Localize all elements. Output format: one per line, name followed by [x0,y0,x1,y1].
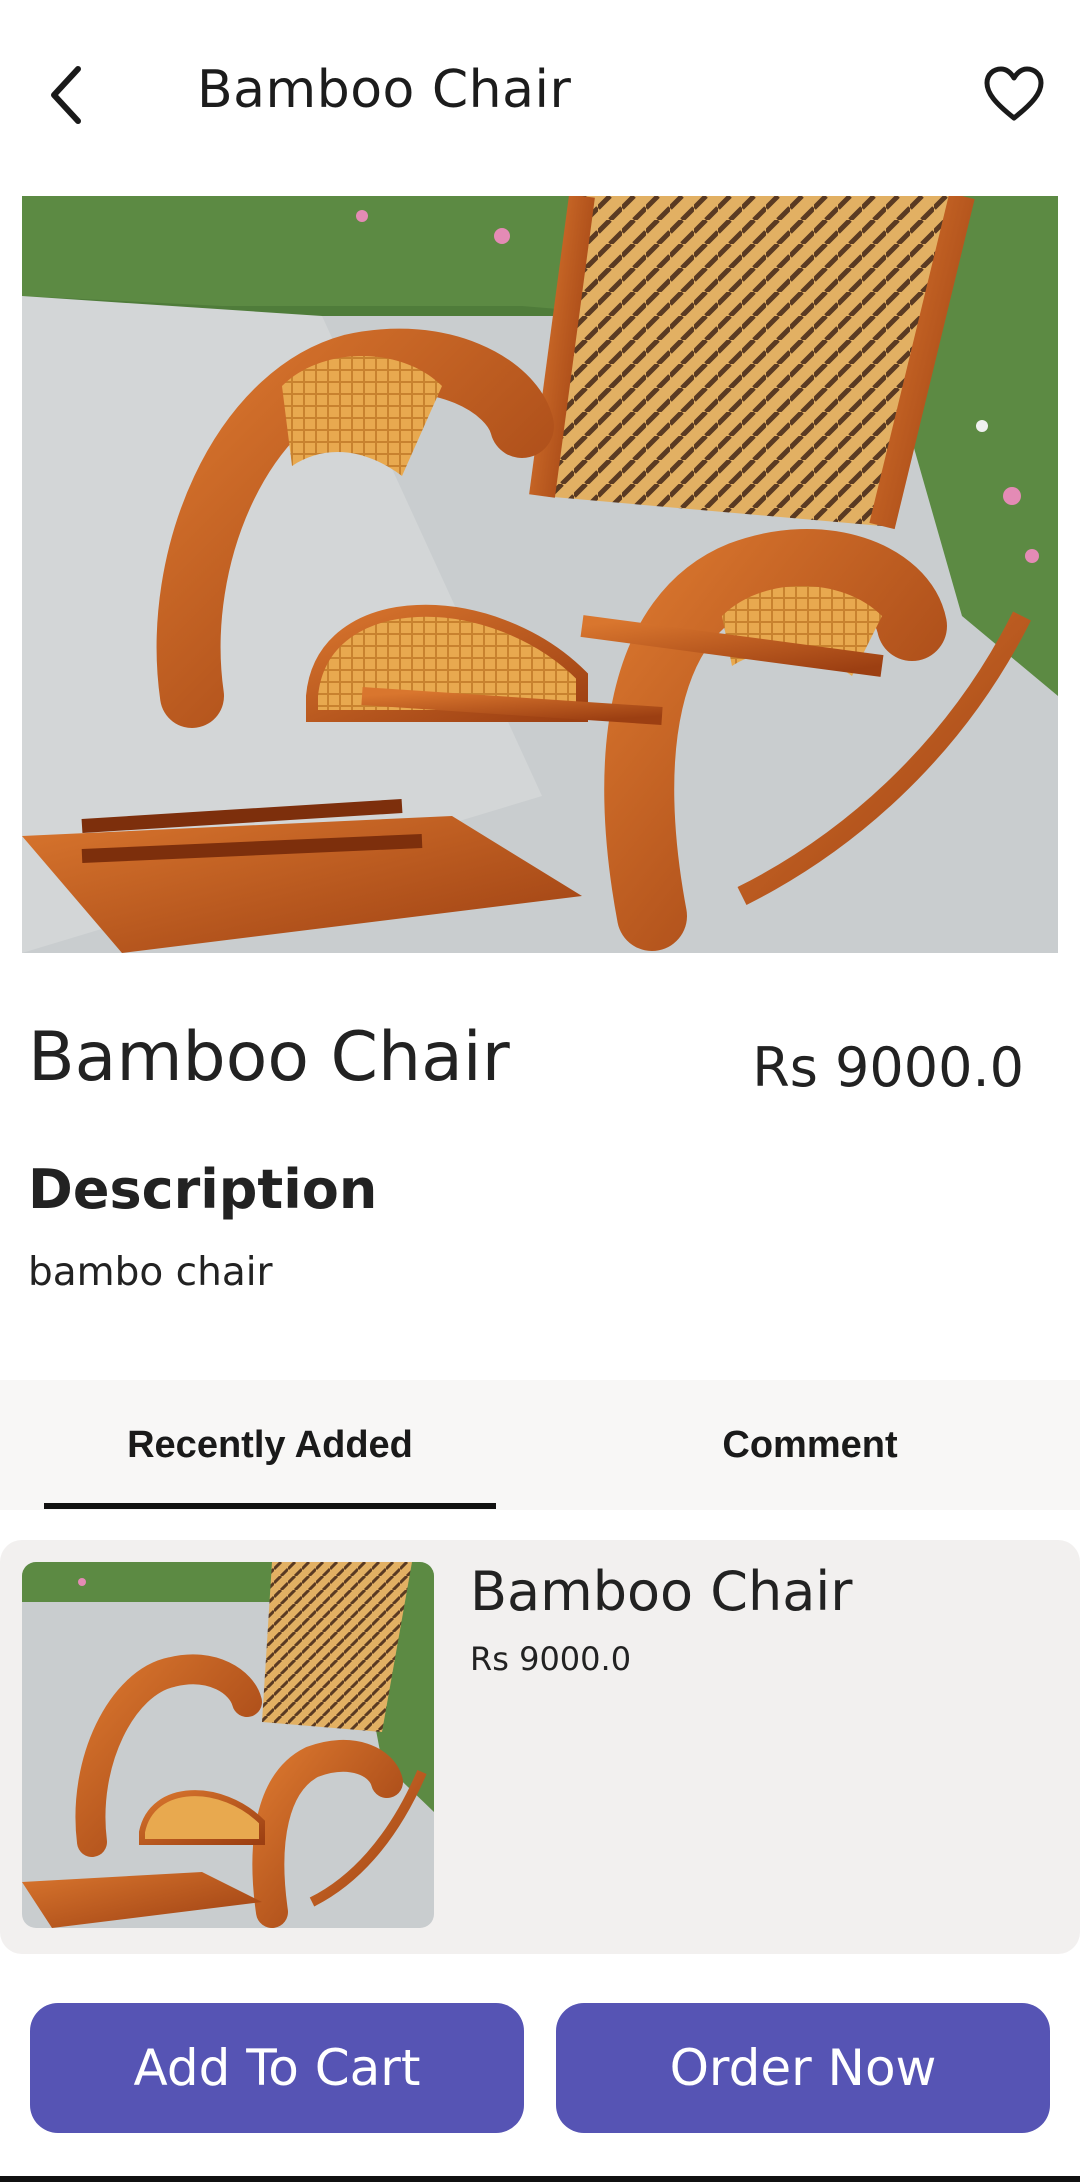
tab-bar: Recently Added Comment [0,1380,1080,1510]
description-text: bambo chair [28,1250,273,1295]
page-title: Bamboo Chair [197,60,572,120]
heart-outline-icon [984,66,1044,121]
tab-comment[interactable]: Comment [584,1380,1036,1510]
product-image [22,196,1058,953]
tab-indicator [44,1503,496,1509]
system-nav-bar [0,2176,1080,2182]
back-button[interactable] [36,55,96,135]
add-to-cart-button[interactable]: Add To Cart [30,2003,524,2133]
product-name: Bamboo Chair [28,1018,510,1097]
order-now-button[interactable]: Order Now [556,2003,1050,2133]
product-price: Rs 9000.0 [752,1036,1024,1099]
chevron-left-icon [51,66,81,124]
tab-recently-added[interactable]: Recently Added [44,1380,496,1510]
recent-item-name: Bamboo Chair [470,1560,853,1623]
recent-item-thumbnail[interactable] [22,1562,434,1928]
app-bar: Bamboo Chair [0,0,1080,190]
recent-item-price: Rs 9000.0 [470,1640,632,1678]
description-heading: Description [28,1158,378,1221]
favorite-button[interactable] [978,58,1050,130]
